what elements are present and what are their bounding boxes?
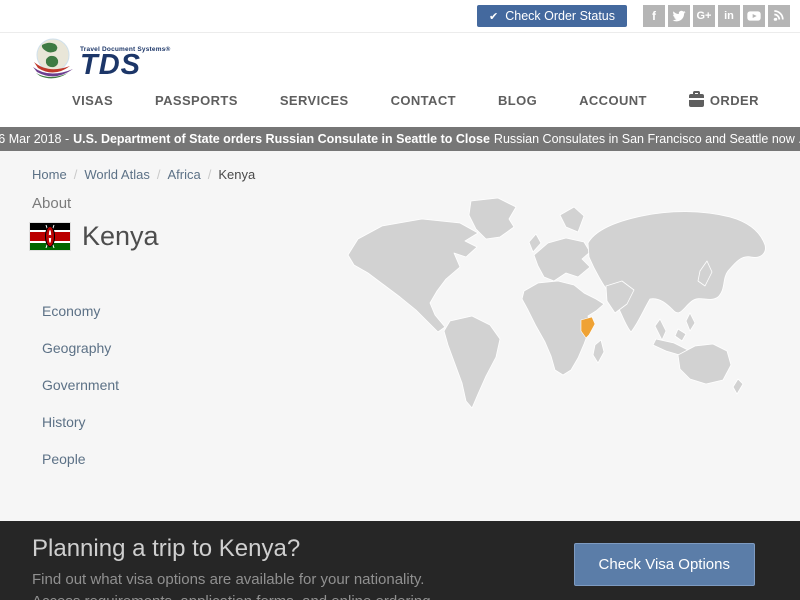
- breadcrumb-africa[interactable]: Africa: [167, 167, 200, 182]
- check-order-status-label: Check Order Status: [505, 9, 615, 23]
- news-teaser: Russian Consulates in San Francisco and …: [494, 132, 800, 146]
- page: ✔ Check Order Status f G+ in: [0, 0, 800, 600]
- check-order-status-button[interactable]: ✔ Check Order Status: [477, 5, 627, 27]
- map-europe: [534, 238, 590, 281]
- breadcrumb-home[interactable]: Home: [32, 167, 67, 182]
- news-headline: U.S. Department of State orders Russian …: [73, 132, 490, 146]
- main-content: Home / World Atlas / Africa / Kenya About Keny…: [0, 151, 800, 521]
- breadcrumb-current: Kenya: [218, 167, 255, 182]
- social-links: f G+ in: [643, 5, 790, 27]
- globe-logo-icon: [30, 36, 76, 80]
- check-icon: ✔: [489, 10, 498, 23]
- header: Travel Document Systems® TDS: [0, 33, 800, 82]
- tds-logo[interactable]: Travel Document Systems® TDS: [30, 36, 171, 80]
- footer-line2: Access requirements, application forms, …: [32, 593, 435, 600]
- main-nav: VISAS PASSPORTS SERVICES CONTACT BLOG AC…: [0, 82, 800, 118]
- section-link-economy[interactable]: Economy: [42, 303, 119, 319]
- nav-item-passports[interactable]: PASSPORTS: [155, 93, 238, 108]
- footer-line1: Find out what visa options are available…: [32, 571, 424, 588]
- linkedin-icon[interactable]: in: [718, 5, 740, 27]
- twitter-icon[interactable]: [668, 5, 690, 27]
- section-links: Economy Geography Government History Peo…: [42, 303, 119, 467]
- breadcrumb-separator: /: [208, 167, 212, 182]
- breadcrumb-separator: /: [157, 167, 161, 182]
- section-link-people[interactable]: People: [42, 451, 119, 467]
- nav-item-visas[interactable]: VISAS: [72, 93, 113, 108]
- nav-item-contact[interactable]: CONTACT: [391, 93, 456, 108]
- rss-icon[interactable]: [768, 5, 790, 27]
- map-new-zealand: [733, 379, 743, 394]
- nav-item-order[interactable]: ORDER: [689, 93, 759, 108]
- news-ticker[interactable]: 26 Mar 2018 - U.S. Department of State o…: [0, 127, 800, 151]
- footer-title: Planning a trip to Kenya?: [32, 535, 300, 563]
- map-asia: [588, 212, 765, 332]
- check-visa-options-button[interactable]: Check Visa Options: [574, 543, 755, 586]
- section-link-history[interactable]: History: [42, 414, 119, 430]
- map-madagascar: [593, 340, 604, 363]
- map-uk: [529, 234, 541, 252]
- page-title: Kenya: [82, 221, 159, 252]
- map-borneo: [675, 329, 686, 341]
- section-link-government[interactable]: Government: [42, 377, 119, 393]
- youtube-icon[interactable]: [743, 5, 765, 27]
- nav-item-services[interactable]: SERVICES: [280, 93, 349, 108]
- breadcrumb: Home / World Atlas / Africa / Kenya: [32, 167, 255, 182]
- briefcase-icon: [689, 94, 704, 107]
- top-bar: ✔ Check Order Status f G+ in: [0, 0, 800, 33]
- footer-cta: Planning a trip to Kenya? Find out what …: [0, 521, 800, 600]
- google-plus-icon[interactable]: G+: [693, 5, 715, 27]
- section-link-geography[interactable]: Geography: [42, 340, 119, 356]
- logo-brand: TDS: [80, 53, 171, 78]
- facebook-icon[interactable]: f: [643, 5, 665, 27]
- map-philippines: [686, 313, 695, 331]
- map-north-america: [348, 219, 478, 332]
- country-header: Kenya: [30, 221, 159, 252]
- nav-item-account[interactable]: ACCOUNT: [579, 93, 647, 108]
- map-malay: [655, 319, 666, 340]
- world-map: [338, 193, 794, 429]
- kenya-flag-icon: [30, 223, 70, 250]
- nav-item-blog[interactable]: BLOG: [498, 93, 537, 108]
- news-date: 26 Mar 2018 -: [0, 132, 69, 146]
- breadcrumb-separator: /: [74, 167, 78, 182]
- map-south-america: [444, 316, 500, 408]
- map-scandinavia: [560, 207, 584, 232]
- breadcrumb-world-atlas[interactable]: World Atlas: [84, 167, 150, 182]
- about-label: About: [32, 195, 71, 212]
